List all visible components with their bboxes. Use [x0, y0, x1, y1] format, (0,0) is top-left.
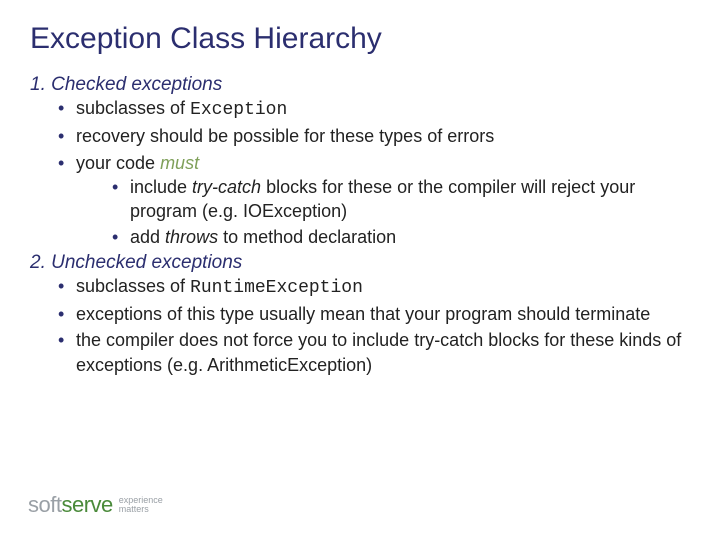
italic-text: throws — [165, 227, 218, 247]
section-checked: Checked exceptions subclasses of Excepti… — [30, 74, 690, 250]
list-item: include try-catch blocks for these or th… — [112, 175, 690, 224]
text: add — [130, 227, 165, 247]
text: exceptions of this type usually mean tha… — [76, 304, 650, 324]
text: the compiler does not force you to inclu… — [76, 330, 681, 374]
section-heading: Checked exceptions — [51, 74, 222, 95]
list-item: subclasses of Exception — [58, 96, 690, 122]
text: your code — [76, 153, 160, 173]
ordered-list: Checked exceptions subclasses of Excepti… — [30, 74, 690, 377]
list-item: add throws to method declaration — [112, 225, 690, 249]
code-text: Exception — [190, 100, 287, 120]
sub-list: include try-catch blocks for these or th… — [76, 175, 690, 250]
accent-text: must — [160, 153, 199, 173]
list-item: your code must include try-catch blocks … — [58, 151, 690, 250]
slide: Exception Class Hierarchy Checked except… — [0, 0, 720, 377]
tagline-line2: matters — [119, 505, 163, 514]
logo-wordmark: softserve — [28, 492, 113, 518]
text: subclasses of — [76, 98, 190, 118]
bullet-list: subclasses of RuntimeException exception… — [30, 274, 690, 377]
list-item: subclasses of RuntimeException — [58, 274, 690, 300]
section-heading: Unchecked exceptions — [51, 252, 242, 273]
logo-serve: serve — [61, 492, 112, 517]
text: include — [130, 177, 192, 197]
code-text: RuntimeException — [190, 278, 363, 298]
list-item: recovery should be possible for these ty… — [58, 124, 690, 148]
bullet-list: subclasses of Exception recovery should … — [30, 96, 690, 250]
text: subclasses of — [76, 276, 190, 296]
text: recovery should be possible for these ty… — [76, 126, 494, 146]
logo-tagline: experience matters — [119, 496, 163, 515]
list-item: exceptions of this type usually mean tha… — [58, 302, 690, 326]
text: to method declaration — [218, 227, 396, 247]
section-unchecked: Unchecked exceptions subclasses of Runti… — [30, 252, 690, 377]
page-title: Exception Class Hierarchy — [30, 22, 690, 56]
list-item: the compiler does not force you to inclu… — [58, 328, 690, 377]
logo: softserve experience matters — [28, 492, 163, 518]
logo-soft: soft — [28, 492, 61, 517]
italic-text: try-catch — [192, 177, 261, 197]
